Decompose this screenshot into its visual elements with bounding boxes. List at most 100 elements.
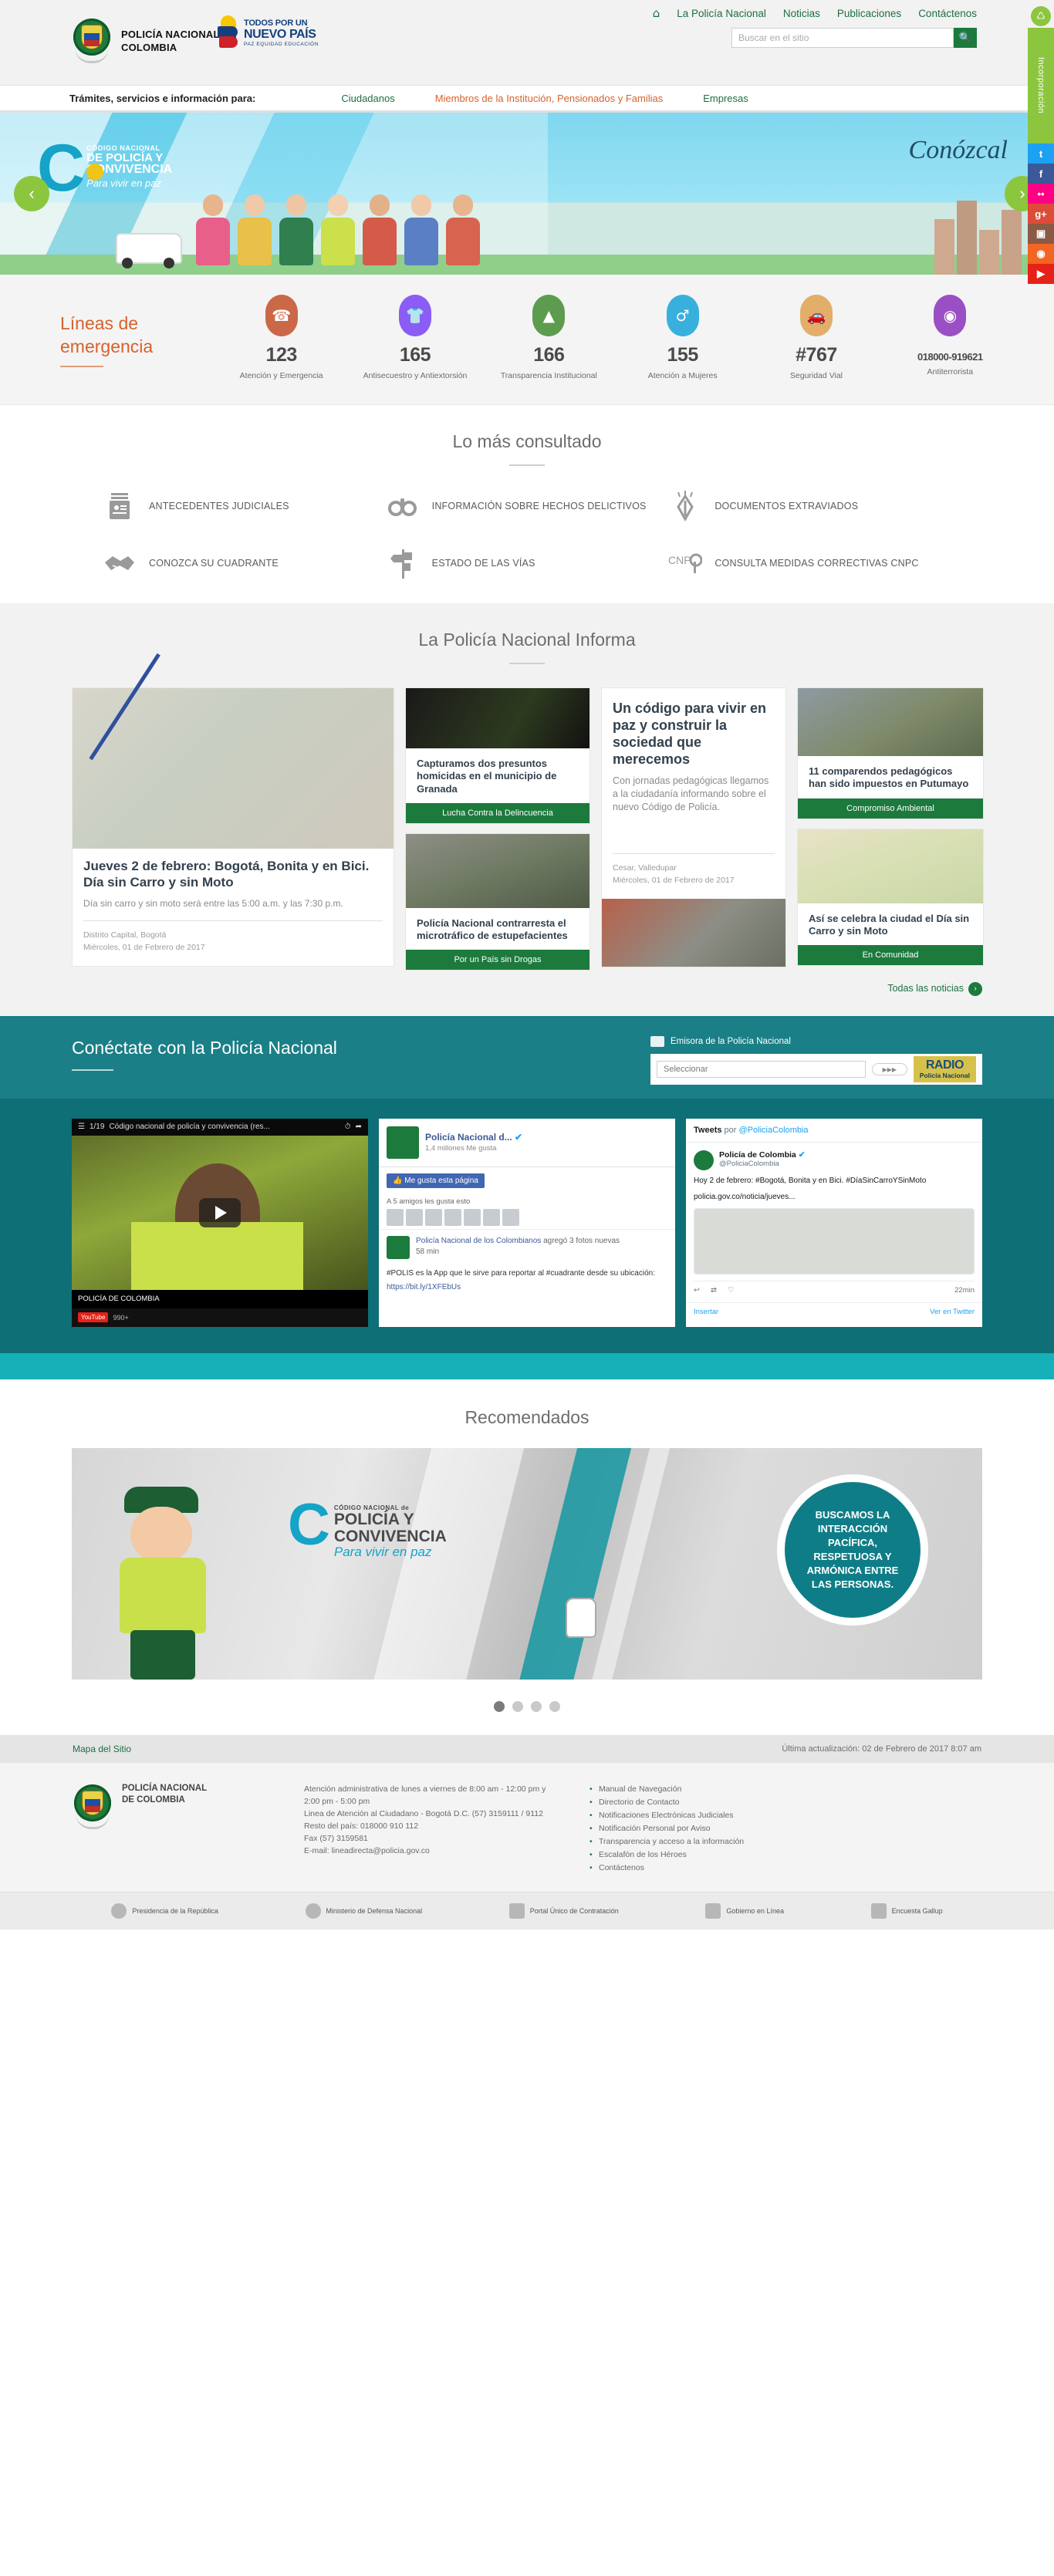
mindefensa-seal-icon [305,1902,321,1919]
footer-logo-mindefensa[interactable]: Ministerio de Defensa Nacional [305,1902,422,1919]
news-card-subtitle: Con jornadas pedagógicas llegamos a la c… [613,775,769,812]
footer-logo-contratacion[interactable]: Portal Único de Contratación [508,1902,619,1919]
consulted-item-documentos-extraviados[interactable]: DOCUMENTOS EXTRAVIADOS [668,489,951,523]
emergency-line-166[interactable]: ▲ 166 Transparencia Institucional [497,295,601,381]
recommended-banner[interactable]: C CÓDIGO NACIONAL de POLICÍA Y CONVIVENC… [72,1447,982,1680]
facebook-icon[interactable]: f [1028,164,1054,184]
incorporacion-tab[interactable]: Incorporación [1028,28,1054,143]
instagram-icon[interactable]: ▣ [1028,224,1054,244]
carousel-dot-4[interactable] [549,1700,560,1712]
carousel-dot-2[interactable] [512,1700,523,1712]
playlist-icon[interactable]: ☰ [78,1123,85,1131]
rss-icon[interactable]: ◉ [1028,244,1054,264]
retweet-icon[interactable]: ⇄ [711,1286,717,1295]
consulted-item-estado-vias[interactable]: ESTADO DE LAS VÍAS [386,546,669,580]
footer-logo-gallup[interactable]: Encuesta Gallup [870,1902,943,1919]
footer-link-notificacion-aviso[interactable]: Notificación Personal por Aviso [589,1822,744,1835]
emergency-desc: Atención a Mujeres [647,371,718,380]
site-logo[interactable]: POLICÍA NACIONAL DE COLOMBIA [72,17,237,65]
facebook-post[interactable]: Policía Nacional de los Colombianos agre… [379,1228,675,1265]
flickr-icon[interactable]: •• [1028,184,1054,204]
tramites-empresas[interactable]: Empresas [683,86,769,110]
cycle-icon[interactable]: ♺ [1031,6,1051,26]
news-card-putumayo[interactable]: 11 comparendos pedagógicos han sido impu… [797,687,984,819]
footer-link-escalafon[interactable]: Escalafón de los Héroes [589,1848,744,1862]
facebook-page-name[interactable]: Policía Nacional d... ✔ [425,1132,522,1143]
news-card-meta: Distrito Capital, Bogotá Miércoles, 01 d… [83,920,383,954]
footer-links-list: Manual de Navegación Directorio de Conta… [589,1783,744,1875]
footer-logo-gobierno-en-linea[interactable]: Gobierno en Línea [705,1902,784,1919]
heart-icon[interactable]: ♡ [728,1286,735,1295]
twitter-icon[interactable]: t [1028,143,1054,164]
emergency-desc: Antiterrorista [927,367,974,376]
nav-la-policia-nacional[interactable]: La Policía Nacional [677,8,766,19]
google-plus-icon[interactable]: g+ [1028,204,1054,224]
consulted-item-hechos-delictivos[interactable]: INFORMACIÓN SOBRE HECHOS DELICTIVOS [386,489,669,523]
facebook-post-link[interactable]: https://bit.ly/1XFEbUs [379,1279,675,1293]
radio-station-select[interactable]: Seleccionar [657,1060,866,1078]
nav-publicaciones[interactable]: Publicaciones [837,8,901,19]
carousel-dot-3[interactable] [531,1700,542,1712]
news-card-codigo[interactable]: Un código para vivir en paz y construir … [601,687,786,968]
radio-play-control[interactable]: ▶▶▶ [871,1062,907,1075]
consulted-label: ANTECEDENTES JUDICIALES [149,500,289,511]
news-card-granada[interactable]: Capturamos dos presuntos homicidas en el… [405,687,590,824]
emergency-line-165[interactable]: 👕 165 Antisecuestro y Antiextorsión [363,295,467,381]
consulted-item-medidas-correctivas[interactable]: CNP CONSULTA MEDIDAS CORRECTIVAS CNPC [668,546,951,580]
footer-link-directorio[interactable]: Directorio de Contacto [589,1796,744,1809]
search-input[interactable] [731,28,954,48]
emergency-number: 165 [399,344,431,366]
emergency-line-155[interactable]: ♂ 155 Atención a Mujeres [630,295,735,381]
news-card-tag: Compromiso Ambiental [798,798,983,819]
carousel-dots [0,1700,1054,1712]
twitter-view-link[interactable]: Ver en Twitter [930,1308,975,1316]
tramites-label: Trámites, servicios e información para: [69,93,256,104]
home-icon[interactable]: ⌂ [653,6,660,20]
footer-link-notificaciones-judiciales[interactable]: Notificaciones Electrónicas Judiciales [589,1809,744,1822]
youtube-icon[interactable]: ▶ [1028,264,1054,284]
facebook-panel[interactable]: Policía Nacional d... ✔ 1,4 millones Me … [379,1118,675,1327]
id-card-icon [103,489,137,523]
footer-link-manual[interactable]: Manual de Navegación [589,1783,744,1796]
consulted-label: ESTADO DE LAS VÍAS [431,557,535,569]
play-icon[interactable] [199,1197,241,1227]
tramites-ciudadanos[interactable]: Ciudadanos [321,86,414,110]
emergency-line-767[interactable]: 🚗 #767 Seguridad Vial [764,295,868,381]
clock-icon[interactable]: ⏱ [345,1123,351,1131]
footer-link-contactenos[interactable]: Contáctenos [589,1862,744,1875]
recommended-cnpc-logo: C CÓDIGO NACIONAL de POLICÍA Y CONVIVENC… [288,1496,447,1559]
youtube-video-stage[interactable] [72,1135,368,1290]
radio-logo: RADIO Policía Nacional [913,1056,976,1082]
twitter-panel[interactable]: Tweets por @PoliciaColombia Policía de C… [686,1118,982,1327]
emergency-line-antiterrorista[interactable]: ◉ 018000-919621 Antiterrorista [898,295,1002,381]
footer-main: POLICÍA NACIONAL DE COLOMBIA Atención ad… [0,1762,1054,1892]
nav-noticias[interactable]: Noticias [783,8,820,19]
sitemap-link[interactable]: Mapa del Sitio [73,1744,131,1754]
youtube-panel[interactable]: ☰ 1/19 Código nacional de policía y conv… [72,1118,368,1327]
emergency-line-123[interactable]: ☎ 123 Atención y Emergencia [229,295,333,381]
twitter-embed-link[interactable]: Insertar [694,1308,718,1316]
tramites-miembros[interactable]: Miembros de la Institución, Pensionados … [415,86,684,118]
footer-link-transparencia[interactable]: Transparencia y acceso a la información [589,1835,744,1848]
facebook-like-button[interactable]: 👍 Me gusta esta página [387,1173,485,1188]
slider-prev-button[interactable]: ‹ [14,176,49,211]
news-card-diasincarro[interactable]: Así se celebra la ciudad el Día sin Carr… [797,828,984,966]
consulted-item-antecedentes[interactable]: ANTECEDENTES JUDICIALES [103,489,386,523]
search-button[interactable]: 🔍 [954,28,977,48]
nav-contactenos[interactable]: Contáctenos [918,8,977,19]
binoculars-icon: ◉ [934,295,967,336]
news-card-microtrafico[interactable]: Policía Nacional contrarresta el microtr… [405,832,590,971]
section-divider [509,663,545,664]
twitter-tweet-link[interactable]: policia.gov.co/noticia/jueves... [694,1192,975,1203]
facebook-post-author[interactable]: Policía Nacional de los Colombianos [416,1237,541,1245]
news-card-main[interactable]: Jueves 2 de febrero: Bogotá, Bonita y en… [72,653,394,967]
teal-divider-strip [0,1352,1054,1379]
all-news-link[interactable]: Todas las noticias › [887,981,982,996]
carousel-dot-1[interactable] [494,1700,505,1712]
footer-logo-presidencia[interactable]: Presidencia de la República [111,1902,218,1919]
twitter-header-handle[interactable]: @PoliciaColombia [739,1126,809,1135]
reply-icon[interactable]: ↩ [694,1286,700,1295]
share-icon[interactable]: ➦ [356,1123,362,1131]
consulted-item-cuadrante[interactable]: CONOZCA SU CUADRANTE [103,546,386,580]
news-card-date: Miércoles, 01 de Febrero de 2017 [613,876,735,886]
